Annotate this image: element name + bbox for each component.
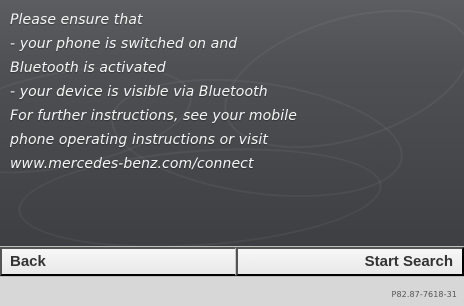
instruction-line-device-visible: - your device is visible via Bluetooth [10,84,268,100]
image-code-label: P82.87-7618-31 [391,290,457,299]
instruction-line-operating-instructions: phone operating instructions or visit [10,132,269,148]
instruction-panel: Please ensure that - your phone is switc… [0,0,464,246]
instruction-line-bluetooth-activated: Bluetooth is activated [10,60,166,76]
instruction-text: Please ensure that - your phone is switc… [10,8,455,176]
instruction-line-phone-on: - your phone is switched on and [10,36,238,52]
start-search-button[interactable]: Start Search [236,247,464,276]
back-button[interactable]: Back [0,247,236,276]
instruction-line-ensure: Please ensure that [10,12,143,28]
bluetooth-search-screen: Please ensure that - your phone is switc… [0,0,464,282]
footer-strip: P82.87-7618-31 [0,277,464,306]
instruction-line-further-instructions: For further instructions, see your mobil… [10,108,297,124]
softkey-bar: Back Start Search [0,246,464,277]
instruction-line-website: www.mercedes-benz.com/connect [10,156,254,172]
